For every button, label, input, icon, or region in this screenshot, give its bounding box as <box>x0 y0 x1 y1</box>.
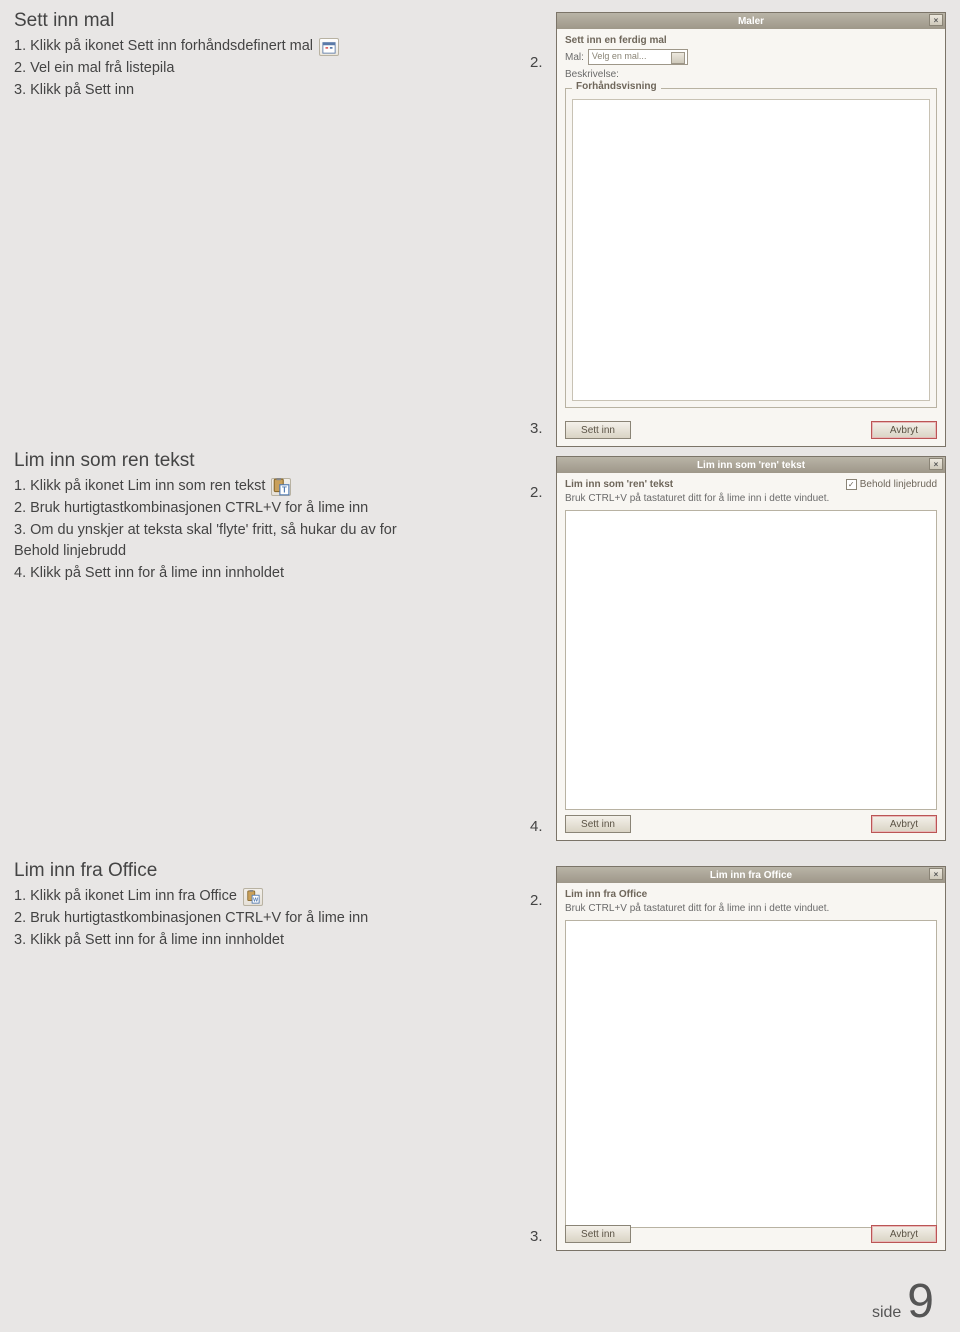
preview-fieldset: Forhåndsvisning <box>565 88 937 408</box>
step-text: 2. Vel ein mal frå listepila <box>14 58 434 80</box>
heading-paste-plain: Lim inn som ren tekst <box>14 450 434 472</box>
cancel-button[interactable]: Avbryt <box>871 421 937 439</box>
page-number: side 9 <box>872 1278 934 1326</box>
step-text: 3. Om du ynskjer at teksta skal 'flyte' … <box>14 520 434 564</box>
step-row: 1. Klikk på ikonet Sett inn forhåndsdefi… <box>14 36 434 58</box>
preview-legend: Forhåndsvisning <box>572 81 661 92</box>
heading-insert-template: Sett inn mal <box>14 10 434 32</box>
dialog-paste-office: Lim inn fra Office × Lim inn fra Office … <box>556 866 946 1251</box>
page-label: side <box>872 1304 901 1322</box>
dialog-title: Lim inn som 'ren' tekst <box>697 460 805 471</box>
cancel-button[interactable]: Avbryt <box>871 815 937 833</box>
svg-text:W: W <box>253 897 258 903</box>
step-text: 1. Klikk på ikonet Lim inn som ren tekst <box>14 476 265 498</box>
hint-text: Bruk CTRL+V på tastaturet ditt for å lim… <box>565 903 937 914</box>
step-row: 1. Klikk på ikonet Lim inn fra Office W <box>14 886 434 908</box>
annotation-number: 3. <box>530 1228 543 1245</box>
page-num: 9 <box>907 1278 934 1326</box>
beskrivelse-label: Beskrivelse: <box>565 69 937 80</box>
step-text: 1. Klikk på ikonet Lim inn fra Office <box>14 886 237 908</box>
dialog-titlebar: Lim inn som 'ren' tekst × <box>557 457 945 473</box>
step-text: 3. Klikk på Sett inn <box>14 80 434 102</box>
annotation-number: 2. <box>530 484 543 501</box>
paste-textarea[interactable] <box>565 920 937 1228</box>
dialog-title: Lim inn fra Office <box>710 870 792 881</box>
dialog-templates: Maler × Sett inn en ferdig mal Mal: Velg… <box>556 12 946 447</box>
step-text: 1. Klikk på ikonet Sett inn forhåndsdefi… <box>14 36 313 58</box>
dialog-subtitle: Lim inn som 'ren' tekst <box>565 479 673 490</box>
preview-area <box>572 99 930 401</box>
close-icon[interactable]: × <box>929 458 943 470</box>
paste-text-icon: T <box>271 478 291 496</box>
step-text: 2. Bruk hurtigtastkombinasjonen CTRL+V f… <box>14 498 434 520</box>
template-icon <box>319 38 339 56</box>
heading-paste-office: Lim inn fra Office <box>14 860 434 882</box>
section-paste-office: Lim inn fra Office 1. Klikk på ikonet Li… <box>14 860 434 951</box>
annotation-number: 2. <box>530 54 543 71</box>
paste-office-icon: W <box>243 888 263 906</box>
svg-text:T: T <box>282 486 287 495</box>
checkbox-label: Behold linjebrudd <box>860 479 937 490</box>
insert-button[interactable]: Sett inn <box>565 815 631 833</box>
step-text: 4. Klikk på Sett inn for å lime inn innh… <box>14 563 434 585</box>
cancel-button[interactable]: Avbryt <box>871 1225 937 1243</box>
close-icon[interactable]: × <box>929 14 943 26</box>
dialog-titlebar: Lim inn fra Office × <box>557 867 945 883</box>
mal-label: Mal: <box>565 52 584 63</box>
keep-linebreak-checkbox[interactable]: ✓ Behold linjebrudd <box>846 479 937 490</box>
annotation-number: 4. <box>530 818 543 835</box>
section-insert-template: Sett inn mal 1. Klikk på ikonet Sett inn… <box>14 10 434 101</box>
insert-button[interactable]: Sett inn <box>565 421 631 439</box>
section-paste-plain: Lim inn som ren tekst 1. Klikk på ikonet… <box>14 450 434 585</box>
dialog-subtitle: Sett inn en ferdig mal <box>565 35 937 46</box>
step-text: 3. Klikk på Sett inn for å lime inn innh… <box>14 930 434 952</box>
dialog-titlebar: Maler × <box>557 13 945 29</box>
annotation-number: 2. <box>530 892 543 909</box>
insert-button[interactable]: Sett inn <box>565 1225 631 1243</box>
close-icon[interactable]: × <box>929 868 943 880</box>
dialog-paste-plain: Lim inn som 'ren' tekst × Lim inn som 'r… <box>556 456 946 841</box>
checkbox-icon[interactable]: ✓ <box>846 479 857 490</box>
dialog-subtitle: Lim inn fra Office <box>565 889 937 900</box>
step-row: 1. Klikk på ikonet Lim inn som ren tekst… <box>14 476 434 498</box>
paste-textarea[interactable] <box>565 510 937 810</box>
annotation-number: 3. <box>530 420 543 437</box>
step-text: 2. Bruk hurtigtastkombinasjonen CTRL+V f… <box>14 908 434 930</box>
dialog-title: Maler <box>738 16 764 27</box>
hint-text: Bruk CTRL+V på tastaturet ditt for å lim… <box>565 493 937 504</box>
template-select[interactable]: Velg en mal... <box>588 49 688 65</box>
